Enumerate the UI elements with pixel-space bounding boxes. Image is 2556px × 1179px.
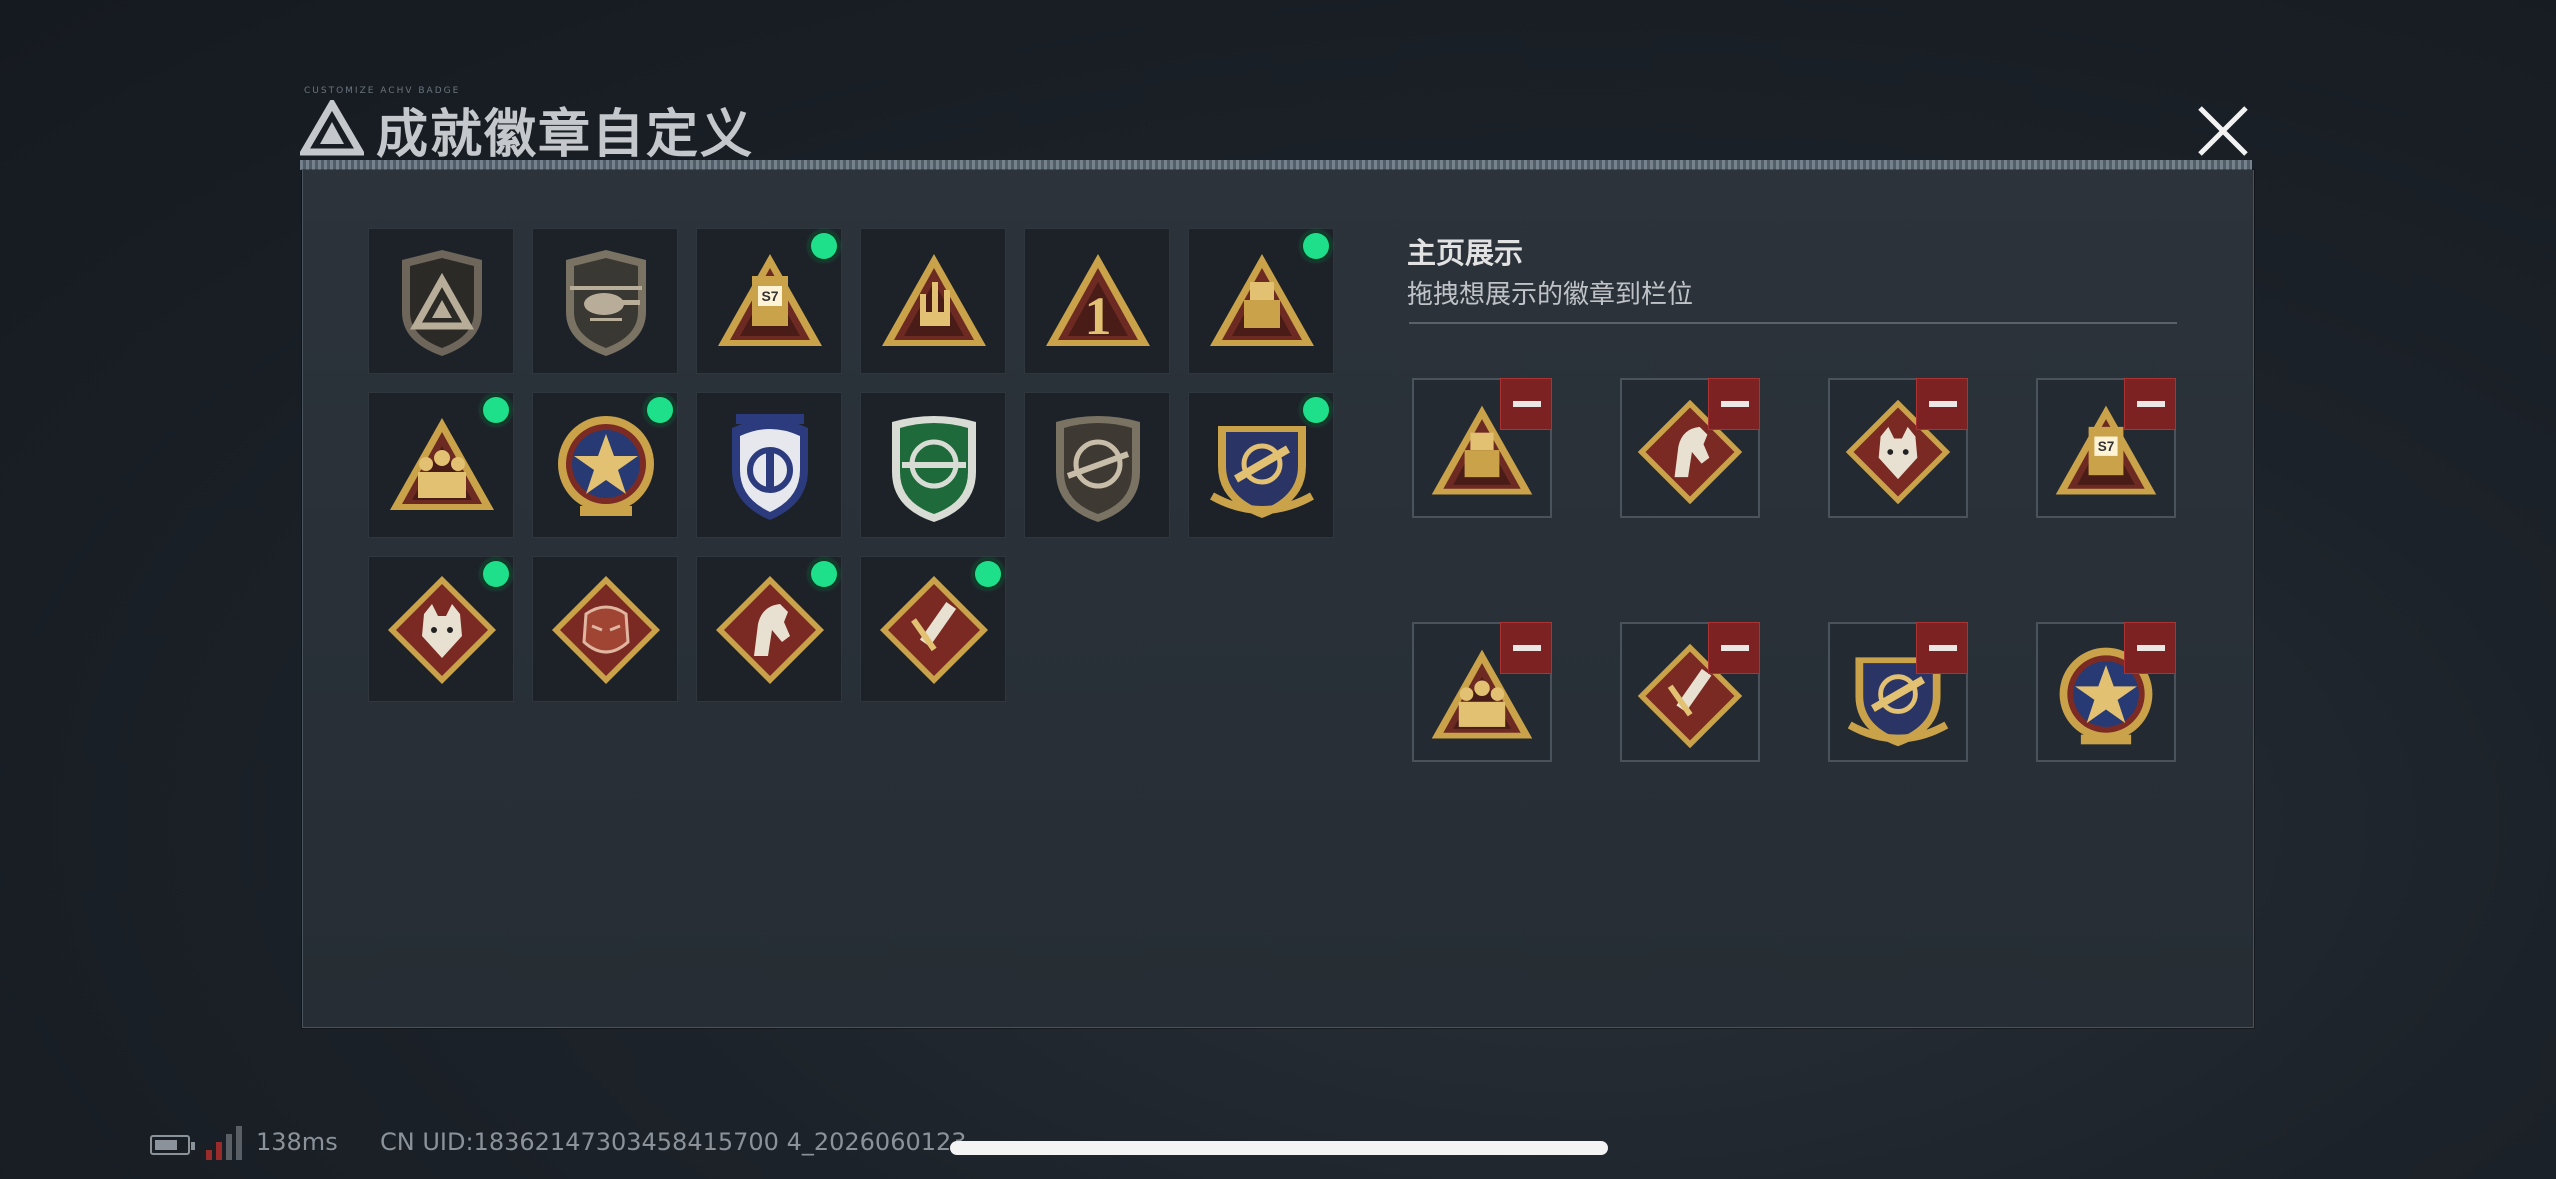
badge-cell[interactable] bbox=[1024, 392, 1170, 538]
display-slot[interactable] bbox=[1620, 622, 1760, 762]
syringe-diamond-badge-icon bbox=[880, 576, 988, 684]
badge-cell[interactable] bbox=[368, 228, 514, 374]
display-slot[interactable] bbox=[1412, 622, 1552, 762]
battery-icon bbox=[150, 1135, 195, 1155]
display-slot[interactable] bbox=[1828, 622, 1968, 762]
equipped-indicator bbox=[483, 397, 509, 423]
remove-badge-button[interactable] bbox=[2124, 622, 2176, 674]
display-slot[interactable] bbox=[1412, 378, 1552, 518]
equipped-indicator bbox=[1303, 233, 1329, 259]
svg-text:S7: S7 bbox=[2098, 439, 2115, 454]
signal-icon bbox=[206, 1126, 242, 1160]
remove-badge-button[interactable] bbox=[1708, 378, 1760, 430]
helicopter-shield-badge-icon bbox=[566, 250, 646, 356]
badge-cell[interactable] bbox=[860, 392, 1006, 538]
wolf-diamond-badge-icon bbox=[388, 576, 496, 684]
display-slot[interactable] bbox=[2036, 622, 2176, 762]
badge-cell[interactable]: S7 bbox=[696, 228, 842, 374]
badge-cell[interactable] bbox=[1188, 228, 1334, 374]
badge-cell[interactable] bbox=[368, 392, 514, 538]
usb-triangle-badge-icon bbox=[1210, 254, 1314, 346]
badge-cell[interactable] bbox=[1188, 392, 1334, 538]
header-divider bbox=[300, 160, 2252, 170]
delta-logo-icon bbox=[300, 100, 364, 156]
remove-badge-button[interactable] bbox=[2124, 378, 2176, 430]
badge-cell[interactable]: 1 bbox=[1024, 228, 1170, 374]
svg-text:1: 1 bbox=[1085, 286, 1112, 346]
equipped-indicator bbox=[811, 233, 837, 259]
number-one-triangle-badge-icon: 1 bbox=[1046, 254, 1150, 346]
s7-triangle-badge-icon: S7 bbox=[718, 254, 822, 346]
badge-cell[interactable] bbox=[532, 228, 678, 374]
equipped-indicator bbox=[811, 561, 837, 587]
uid-readout: CN UID:18362147303458415700 4_2026060123 bbox=[380, 1128, 967, 1156]
ping-readout: 138ms bbox=[256, 1128, 338, 1156]
badge-cell[interactable] bbox=[860, 228, 1006, 374]
remove-badge-button[interactable] bbox=[1500, 378, 1552, 430]
display-section-title: 主页展示 bbox=[1407, 236, 1524, 270]
badge-cell[interactable] bbox=[696, 392, 842, 538]
dragon-diamond-badge-icon bbox=[552, 576, 660, 684]
display-divider bbox=[1409, 322, 2177, 324]
hand-sign-triangle-badge-icon bbox=[882, 254, 986, 346]
blue-police-badge-icon bbox=[732, 414, 808, 520]
display-slot[interactable] bbox=[1828, 378, 1968, 518]
badge-cell[interactable] bbox=[532, 556, 678, 702]
remove-badge-button[interactable] bbox=[1708, 622, 1760, 674]
squad-triangle-badge-icon bbox=[390, 418, 494, 510]
horse-diamond-badge-icon bbox=[716, 576, 824, 684]
page-title: 成就徽章自定义 bbox=[376, 105, 755, 165]
display-slot[interactable] bbox=[1620, 378, 1760, 518]
equipped-indicator bbox=[1303, 397, 1329, 423]
badge-cell[interactable] bbox=[696, 556, 842, 702]
badge-cell[interactable] bbox=[860, 556, 1006, 702]
equipped-indicator bbox=[975, 561, 1001, 587]
star-wreath-badge-icon bbox=[558, 416, 654, 516]
remove-badge-button[interactable] bbox=[1916, 622, 1968, 674]
home-indicator[interactable] bbox=[950, 1141, 1608, 1155]
rocket-crest-badge-icon bbox=[1210, 426, 1314, 518]
equipped-indicator bbox=[647, 397, 673, 423]
delta-shield-badge-icon bbox=[402, 250, 482, 356]
equipped-indicator bbox=[483, 561, 509, 587]
green-rifle-shield-badge-icon bbox=[892, 416, 976, 522]
display-section-subtitle: 拖拽想展示的徽章到栏位 bbox=[1407, 280, 1694, 310]
close-icon[interactable] bbox=[2188, 96, 2258, 166]
badge-cell[interactable] bbox=[368, 556, 514, 702]
remove-badge-button[interactable] bbox=[1500, 622, 1552, 674]
svg-text:S7: S7 bbox=[761, 288, 778, 304]
badge-cell[interactable] bbox=[532, 392, 678, 538]
grey-rifle-shield-badge-icon bbox=[1056, 416, 1140, 522]
remove-badge-button[interactable] bbox=[1916, 378, 1968, 430]
display-slot[interactable]: S7 bbox=[2036, 378, 2176, 518]
